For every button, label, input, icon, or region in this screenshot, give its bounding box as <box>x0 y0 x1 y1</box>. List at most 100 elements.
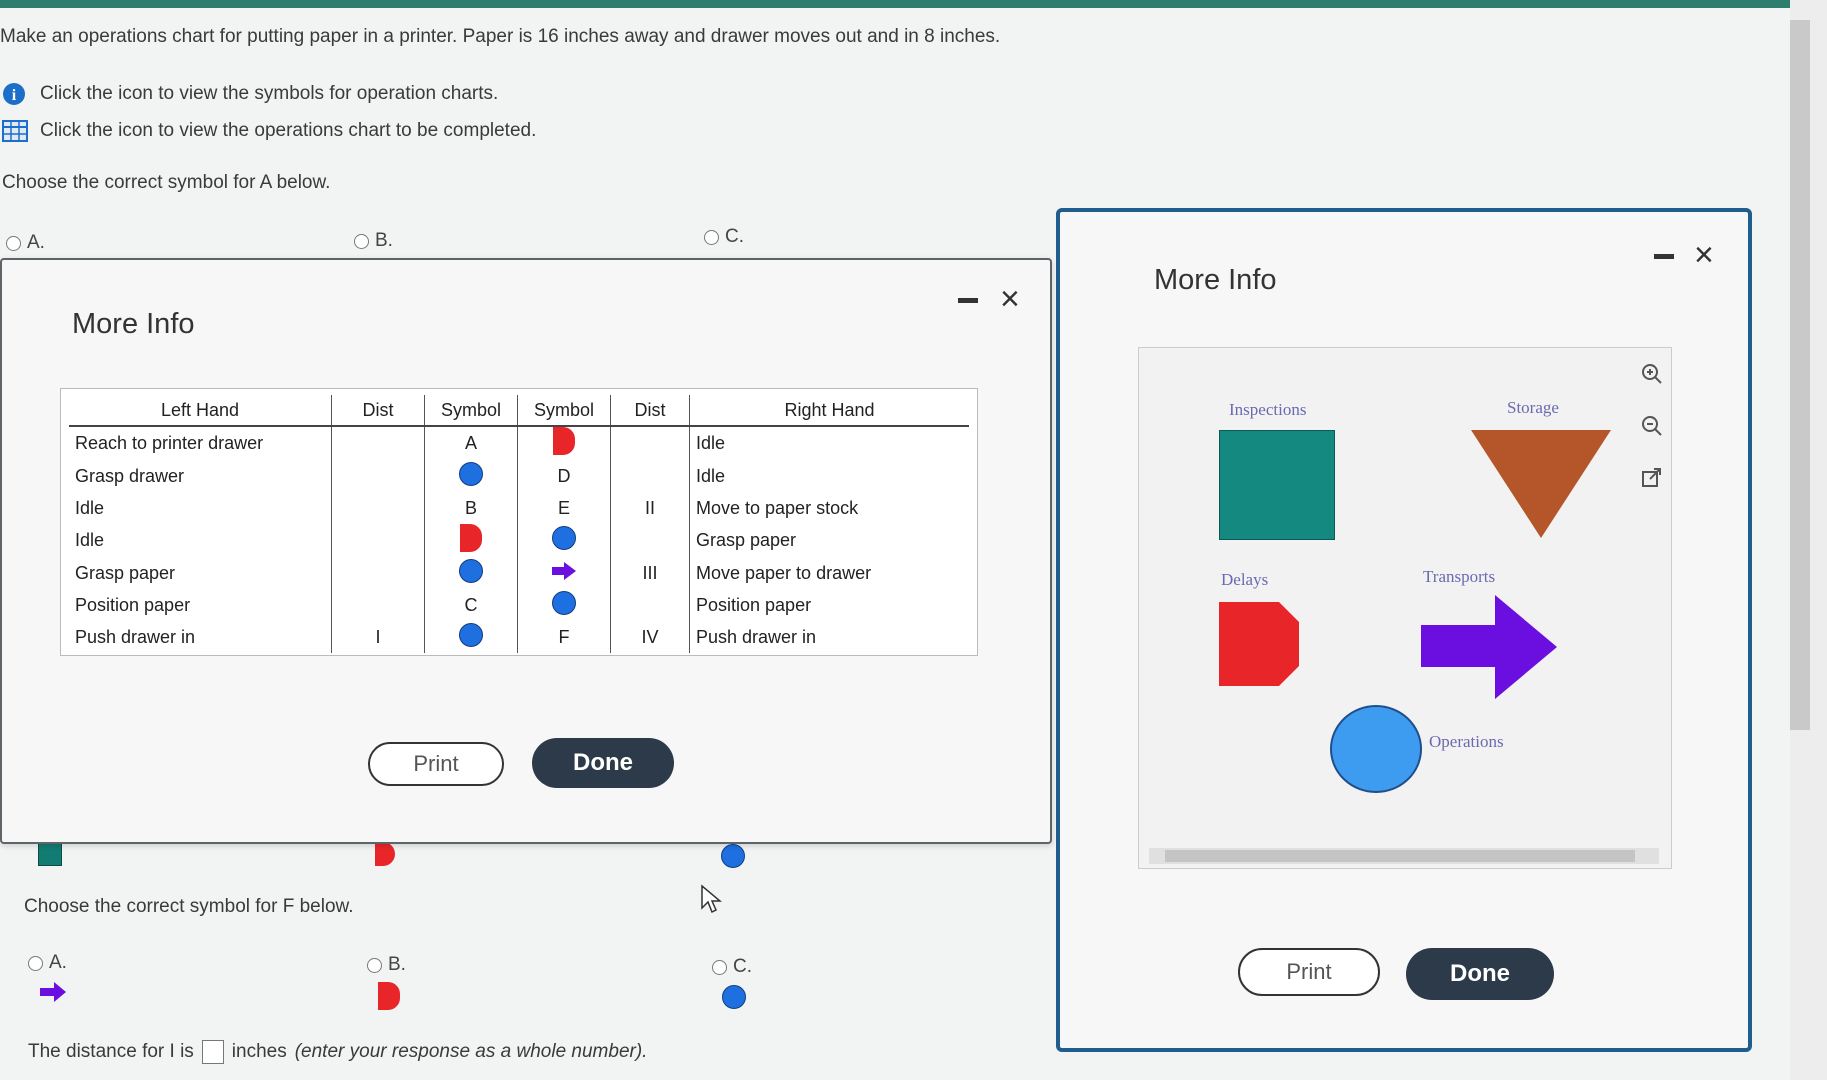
symbol-right-cell <box>517 557 611 589</box>
dist-left-cell <box>331 524 425 557</box>
header-left-hand: Left Hand <box>69 395 332 427</box>
part-f-option-b[interactable]: B. <box>367 954 406 976</box>
right-hand-cell: Move to paper stock <box>689 492 969 524</box>
radio-button[interactable] <box>354 233 369 249</box>
inspections-label: Inspections <box>1229 400 1307 419</box>
table-row: Idle Grasp paper <box>69 524 969 557</box>
page-scrollbar-thumb[interactable] <box>1790 20 1810 730</box>
dist-right-cell <box>610 426 690 460</box>
inspection-symbol <box>38 842 62 866</box>
part-f-option-c[interactable]: C. <box>712 956 752 978</box>
dist-right-cell: III <box>610 557 690 589</box>
delay-symbol <box>553 427 575 455</box>
operation-symbol <box>459 558 483 583</box>
chart-link-row[interactable]: Click the icon to view the operations ch… <box>2 120 536 142</box>
symbols-legend-dialog: More Info × Inspections Storage Delays T… <box>1056 208 1752 1052</box>
header-symbol-right: Symbol <box>517 395 611 427</box>
symbol-left-cell: C <box>424 589 518 621</box>
right-hand-cell: Idle <box>689 460 969 492</box>
done-button[interactable]: Done <box>532 738 674 788</box>
dist-left-cell <box>331 460 425 492</box>
question-prompt: Make an operations chart for putting pap… <box>0 26 1001 47</box>
left-hand-cell: Grasp paper <box>75 562 176 583</box>
table-row: Grasp drawer D Idle <box>69 460 969 492</box>
operations-table-frame: Left Hand Dist Symbol Symbol Dist Right … <box>60 388 978 656</box>
part-f-option-a[interactable]: A. <box>28 952 67 974</box>
storage-label: Storage <box>1507 398 1559 417</box>
operation-symbol <box>459 622 483 647</box>
symbol-left-cell <box>424 524 518 557</box>
close-button[interactable]: × <box>1694 238 1714 272</box>
top-accent-bar <box>0 0 1827 8</box>
left-hand-cell: Idle <box>75 497 105 518</box>
horizontal-scrollbar[interactable] <box>1149 848 1659 864</box>
operations-table: Left Hand Dist Symbol Symbol Dist Right … <box>69 395 969 653</box>
right-hand-cell: Position paper <box>689 589 969 621</box>
svg-text:i: i <box>12 87 17 104</box>
external-link-icon[interactable] <box>1640 466 1664 490</box>
zoom-in-icon[interactable] <box>1640 362 1664 386</box>
operation-symbol <box>721 844 745 868</box>
scrollbar-thumb[interactable] <box>1165 850 1635 862</box>
info-icon[interactable]: i <box>2 82 26 106</box>
chart-link-text: Click the icon to view the operations ch… <box>40 120 537 141</box>
dist-left-cell <box>331 589 425 621</box>
distance-input[interactable] <box>201 1040 224 1064</box>
dist-right-cell <box>610 460 690 492</box>
table-row: Position paper C Position paper <box>69 589 969 621</box>
distance-question: The distance for I is inches (enter your… <box>28 1040 648 1064</box>
dist-right-cell: IV <box>610 621 690 653</box>
radio-button[interactable] <box>712 959 727 975</box>
symbol-right-cell: D <box>517 460 611 492</box>
right-hand-cell: Grasp paper <box>689 524 969 557</box>
dist-right-cell <box>610 524 690 557</box>
delay-symbol <box>460 524 482 552</box>
print-button[interactable]: Print <box>368 742 504 786</box>
radio-button[interactable] <box>367 957 382 973</box>
dialog-title: More Info <box>1154 264 1277 296</box>
symbol-left-cell <box>424 621 518 653</box>
part-a-option-a[interactable]: A. <box>6 232 45 254</box>
left-hand-cell: Grasp drawer <box>75 465 185 486</box>
symbol-right-cell <box>517 426 611 460</box>
delay-symbol <box>378 982 400 1010</box>
table-header-row: Left Hand Dist Symbol Symbol Dist Right … <box>69 395 969 427</box>
radio-button[interactable] <box>6 235 21 251</box>
dist-left-cell <box>331 557 425 589</box>
symbol-left-cell <box>424 557 518 589</box>
delay-symbol <box>375 842 395 866</box>
close-button[interactable]: × <box>1000 282 1020 316</box>
radio-button[interactable] <box>704 229 719 245</box>
table-row: Reach to printer drawer A Idle <box>69 426 969 460</box>
right-hand-cell: Idle <box>689 426 969 460</box>
done-button[interactable]: Done <box>1406 948 1554 1000</box>
table-icon[interactable] <box>2 120 28 142</box>
header-dist-left: Dist <box>331 395 425 427</box>
dialog-title: More Info <box>72 308 195 340</box>
zoom-out-icon[interactable] <box>1640 414 1664 438</box>
print-button[interactable]: Print <box>1238 948 1380 996</box>
radio-button[interactable] <box>28 955 43 971</box>
left-hand-cell: Push drawer in <box>75 626 196 647</box>
info-link-row[interactable]: i Click the icon to view the symbols for… <box>2 82 498 106</box>
symbol-right-cell <box>517 524 611 557</box>
minimize-button[interactable] <box>1654 254 1674 259</box>
transports-label: Transports <box>1423 567 1496 586</box>
header-dist-right: Dist <box>610 395 690 427</box>
minimize-button[interactable] <box>958 298 978 303</box>
table-row: Grasp paper III Move paper to drawer <box>69 557 969 589</box>
dist-left-cell: I <box>331 621 425 653</box>
part-f-prompt: Choose the correct symbol for F below. <box>24 896 354 917</box>
part-a-option-c[interactable]: C. <box>704 226 744 248</box>
symbol-right-cell: E <box>517 492 611 524</box>
operations-chart-dialog: More Info × Left Hand Dist Symbol Symbol… <box>0 258 1052 844</box>
part-a-prompt: Choose the correct symbol for A below. <box>2 172 331 193</box>
transport-symbol <box>40 982 66 1002</box>
operation-symbol <box>1330 705 1422 793</box>
delays-label: Delays <box>1221 570 1269 589</box>
right-hand-cell: Move paper to drawer <box>689 557 969 589</box>
part-a-option-b[interactable]: B. <box>354 230 393 252</box>
mouse-cursor-icon <box>701 884 722 914</box>
info-link-text: Click the icon to view the symbols for o… <box>40 83 499 104</box>
operation-symbol <box>459 461 483 486</box>
